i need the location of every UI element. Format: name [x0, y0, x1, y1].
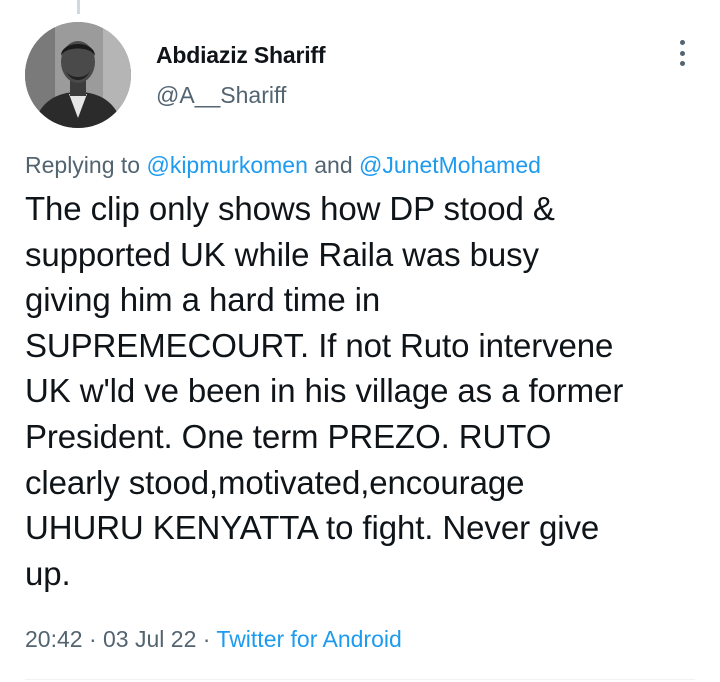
replying-and: and — [314, 152, 353, 178]
more-dot — [679, 50, 685, 56]
thread-connector-line — [77, 0, 80, 14]
tweet-source[interactable]: Twitter for Android — [216, 626, 401, 652]
more-dot — [679, 61, 685, 66]
reply-mention-kipmurkomen[interactable]: @kipmurkomen — [146, 152, 307, 178]
tweet-time[interactable]: 20:42 — [25, 626, 83, 652]
replying-prefix: Replying to — [25, 152, 141, 178]
more-dot — [679, 40, 685, 45]
tweet-date[interactable]: 03 Jul 22 — [103, 626, 196, 652]
reply-mention-junetmohamed[interactable]: @JunetMohamed — [359, 152, 541, 178]
author-name[interactable]: Abdiaziz Shariff — [156, 42, 326, 69]
tweet-meta: 20:42 · 03 Jul 22 · Twitter for Android — [25, 626, 402, 653]
meta-separator: · — [202, 626, 211, 652]
more-vertical-icon[interactable] — [672, 40, 692, 66]
replying-to-line: Replying to @kipmurkomen and @JunetMoham… — [25, 152, 541, 179]
avatar[interactable] — [25, 22, 131, 128]
tweet-text: The clip only shows how DP stood & suppo… — [25, 190, 624, 592]
author-handle[interactable]: @A__Shariff — [156, 82, 286, 109]
divider — [25, 679, 695, 680]
meta-separator: · — [88, 626, 97, 652]
